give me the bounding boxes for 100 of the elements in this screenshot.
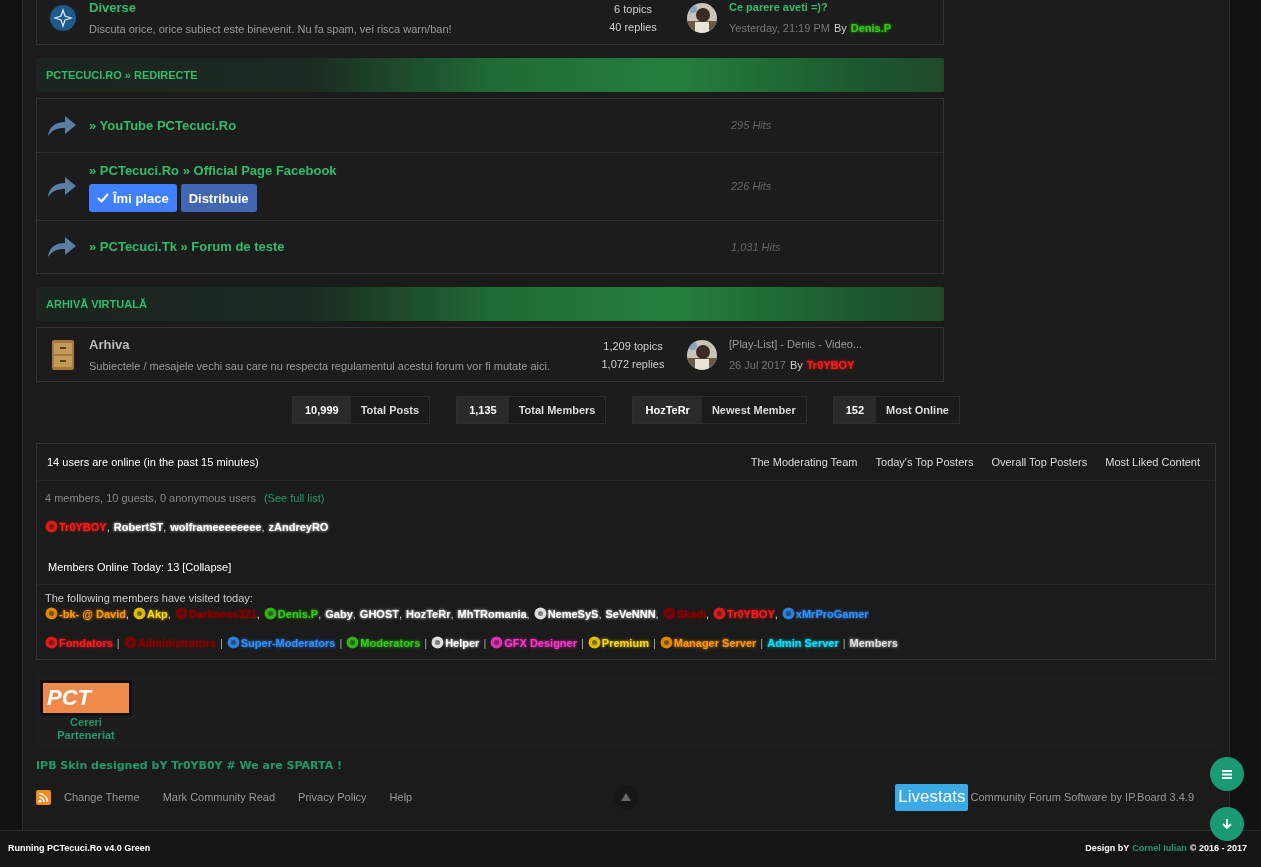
footer-link[interactable]: Help [389,788,413,806]
stat-label: Total Members [517,402,597,418]
online-link[interactable]: Overall Top Posters [991,453,1088,471]
forum-title[interactable]: Diverse [89,0,589,17]
category-title[interactable]: ARHIVĂ VIRTUALĂ [46,295,147,313]
designer-link[interactable]: Cornel Iulian [1132,842,1187,856]
last-post-date: 26 Jul 2017 [729,357,786,373]
online-link[interactable]: The Moderating Team [750,453,858,471]
separator: , [450,607,454,622]
separator: | [842,635,846,651]
by-label: By [833,20,847,36]
author-link[interactable]: Tr0YBOY [806,356,855,373]
member-link[interactable]: Gaby [325,606,353,623]
last-post-title[interactable]: Ce parere aveti =)? [729,0,892,16]
cabinet-icon [51,338,75,371]
member-link[interactable]: xMrProGamer [781,606,869,623]
member-link[interactable]: Tr0YBOY [713,606,775,623]
rank-icon [659,635,673,649]
stat-label: Most Online [885,402,950,418]
rank-icon [45,519,58,533]
partner-link[interactable]: Cereri Parteneriat [56,716,116,742]
member-link[interactable]: Denis.P [263,606,319,623]
member-link[interactable]: RobertST [113,518,164,535]
separator: , [318,607,322,622]
group-legend-item: GFX Designer [490,634,577,651]
forum-description: Subiectele / mesajele vechi sau care nu respecta regulamentul acestui forum vor fi mutate aici. [89,359,551,374]
stat-label: Total Posts [359,402,421,418]
member-link[interactable]: Tr0YBOY [45,518,107,535]
compass-icon [50,4,76,31]
running-label: Running PCTecuci.Ro v4.0 Green [8,842,151,856]
copyright: © 2016 - 2017 [1189,842,1247,856]
stat-value: HozTeRr [633,397,702,423]
member-link[interactable]: -bk- @ David [45,606,126,623]
online-summary: 4 members, 10 guests, 0 anonymous users [45,491,256,506]
share-button[interactable]: Distribuie [180,184,257,213]
rank-icon [133,607,147,620]
member-link[interactable]: HozTeRr [406,606,451,623]
like-button[interactable]: Îmi place [89,184,177,213]
rank-icon [123,635,137,649]
rank-icon [781,607,795,620]
rank-icon [587,635,601,649]
redirect-link[interactable]: » PCTecuci.Tk » Forum de teste [89,237,719,257]
stat-value: 10,999 [293,397,351,423]
separator: | [219,635,223,651]
topic-count: 6 topics [614,1,652,17]
up-triangle-icon [621,793,631,801]
menu-button[interactable] [1210,757,1244,791]
member-link[interactable]: GHOST [359,606,399,623]
share-arrow-icon [47,175,77,198]
online-link[interactable]: Today's Top Posters [875,453,974,471]
group-legend-item: Premium [587,634,649,651]
footer-link[interactable]: Change Theme [64,788,140,806]
last-post-date: Yesterday, 21:19 PM [729,20,830,36]
redirect-link[interactable]: » YouTube PCTecuci.Ro [89,115,719,136]
separator: , [125,607,130,622]
stat-label: Newest Member [710,402,797,418]
share-arrow-icon [47,236,77,258]
group-legend-item: Members [849,635,898,651]
separator: , [398,607,402,622]
separator: , [261,519,265,535]
skin-credit: IPB Skin designed bY Tr0YB0Y # We are SPARTA ! [36,758,343,774]
redirect-link[interactable]: » PCTecuci.Ro » Official Page Facebook [89,160,719,181]
group-legend-item: Admin Server [767,635,839,651]
design-credit: Design bY [1085,842,1130,856]
member-link[interactable]: SeVeNNN [605,606,656,623]
forum-description: Discuta orice, orice subiect este binevenit. Nu fa spam, vei risca warn/ban! [89,22,453,37]
hit-count: 295 Hits [731,118,772,134]
online-title: 14 users are online (in the past 15 minutes) [47,454,260,470]
separator: , [706,607,710,622]
rank-icon [662,607,676,620]
online-link[interactable]: Most Liked Content [1105,453,1200,471]
separator: , [163,519,167,535]
member-link[interactable]: MhTRomania [457,606,527,623]
members-today[interactable]: Members Online Today: 13 [Collapse] [48,561,232,573]
footer-link[interactable]: Mark Community Read [162,788,276,806]
see-full-list-link[interactable]: (See full list) [263,490,325,507]
separator: | [652,635,656,651]
group-legend-item: Super-Moderators [226,634,336,651]
visited-title: The following members have visited today: [45,591,253,604]
separator: , [106,519,110,535]
share-arrow-icon [47,114,77,137]
rank-icon [45,607,58,620]
rss-icon[interactable] [36,789,51,805]
separator: , [167,607,171,622]
last-post-title[interactable]: [Play-List] - Denis - Video... [729,336,863,353]
group-legend-item: Helper [431,634,480,651]
member-link[interactable]: Akp [133,606,168,623]
rank-icon [431,635,445,649]
rank-icon [263,607,277,620]
separator: | [581,635,584,651]
separator: | [760,635,764,651]
separator: , [774,607,778,622]
category-title[interactable]: PCTECUCI.RO » REDIRECTE [46,66,198,84]
author-link[interactable]: Denis.P [850,19,892,36]
member-link[interactable]: zAndreyRO [268,518,329,535]
footer-link[interactable]: Privacy Policy [298,788,367,806]
separator: , [352,607,356,622]
hit-count: 1,031 Hits [731,239,781,255]
rank-icon [713,607,727,620]
forum-title[interactable]: Arhiva [89,334,589,354]
